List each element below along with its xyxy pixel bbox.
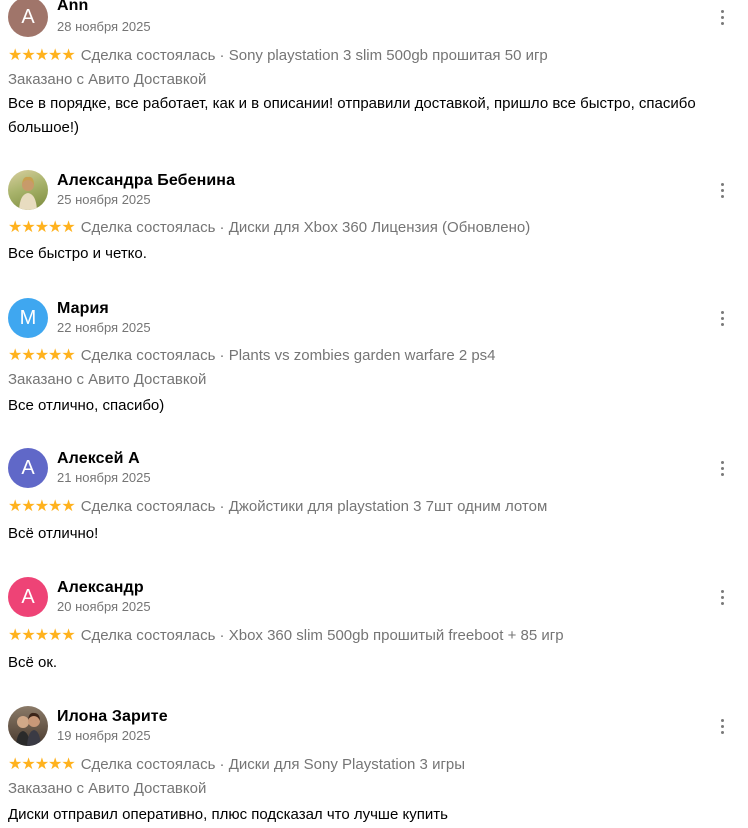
review-text: Всё отлично! [8, 525, 99, 542]
review-text: Все в порядке, все работает, как и в опи… [8, 95, 696, 136]
reviewer-name[interactable]: Александр [57, 579, 144, 597]
review-date: 20 ноября 2025 [57, 599, 151, 614]
avatar[interactable] [8, 170, 48, 210]
review-date: 25 ноября 2025 [57, 192, 151, 207]
deal-info[interactable]: Сделка состоялась · Джойстики для playst… [81, 498, 548, 515]
more-options-icon[interactable] [714, 306, 730, 330]
avatar[interactable]: А [8, 448, 48, 488]
rating-stars-icon: ★★★★★ [8, 219, 76, 236]
review-text: Все отлично, спасибо) [8, 397, 165, 414]
avatar[interactable]: А [8, 577, 48, 617]
review-date: 19 ноября 2025 [57, 728, 151, 743]
deal-info[interactable]: Сделка состоялась · Диски для Xbox 360 Л… [81, 219, 531, 236]
more-options-icon[interactable] [714, 5, 730, 29]
avatar-letter: А [21, 585, 35, 608]
deal-line: ★★★★★ Сделка состоялась · Джойстики для p… [8, 497, 547, 517]
deal-info[interactable]: Сделка состоялась · Sony playstation 3 s… [81, 47, 548, 64]
review-text: Диски отправил оперативно, плюс подсказа… [8, 806, 448, 823]
review-date: 21 ноября 2025 [57, 470, 151, 485]
deal-line: ★★★★★ Сделка состоялась · Xbox 360 slim 5… [8, 626, 564, 646]
deal-line: ★★★★★ Сделка состоялась · Plants vs zombi… [8, 346, 496, 366]
review-date: 22 ноября 2025 [57, 320, 151, 335]
reviewer-name[interactable]: Ann [57, 0, 88, 15]
more-options-icon[interactable] [714, 178, 730, 202]
rating-stars-icon: ★★★★★ [8, 627, 76, 644]
rating-stars-icon: ★★★★★ [8, 347, 76, 364]
deal-line: ★★★★★ Сделка состоялась · Диски для Sony … [8, 755, 465, 775]
reviewer-name[interactable]: Александра Бебенина [57, 172, 235, 190]
avatar-letter: М [19, 306, 37, 329]
deal-info[interactable]: Сделка состоялась · Xbox 360 slim 500gb … [81, 627, 564, 644]
reviewer-name[interactable]: Алексей А [57, 450, 140, 468]
deal-line: ★★★★★ Сделка состоялась · Sony playstatio… [8, 46, 548, 66]
deal-info[interactable]: Сделка состоялась · Диски для Sony Plays… [81, 756, 465, 773]
delivery-label: Заказано с Авито Доставкой [8, 71, 207, 88]
delivery-label: Заказано с Авито Доставкой [8, 780, 207, 797]
more-options-icon[interactable] [714, 456, 730, 480]
deal-info[interactable]: Сделка состоялась · Plants vs zombies ga… [81, 347, 496, 364]
avatar-letter: A [21, 5, 35, 28]
reviewer-name[interactable]: Илона Зарите [57, 708, 168, 726]
rating-stars-icon: ★★★★★ [8, 47, 76, 64]
rating-stars-icon: ★★★★★ [8, 498, 76, 515]
review-text: Всё ок. [8, 654, 58, 671]
avatar[interactable] [8, 706, 48, 746]
more-options-icon[interactable] [714, 585, 730, 609]
avatar-letter: А [21, 456, 35, 479]
delivery-label: Заказано с Авито Доставкой [8, 371, 207, 388]
rating-stars-icon: ★★★★★ [8, 756, 76, 773]
review-date: 28 ноября 2025 [57, 19, 151, 34]
avatar-photo [16, 712, 41, 746]
deal-line: ★★★★★ Сделка состоялась · Диски для Xbox … [8, 218, 530, 238]
avatar[interactable]: A [8, 0, 48, 37]
review-text: Все быстро и четко. [8, 245, 147, 262]
more-options-icon[interactable] [714, 714, 730, 738]
avatar[interactable]: М [8, 298, 48, 338]
reviewer-name[interactable]: Мария [57, 300, 109, 318]
avatar-photo [19, 176, 37, 210]
